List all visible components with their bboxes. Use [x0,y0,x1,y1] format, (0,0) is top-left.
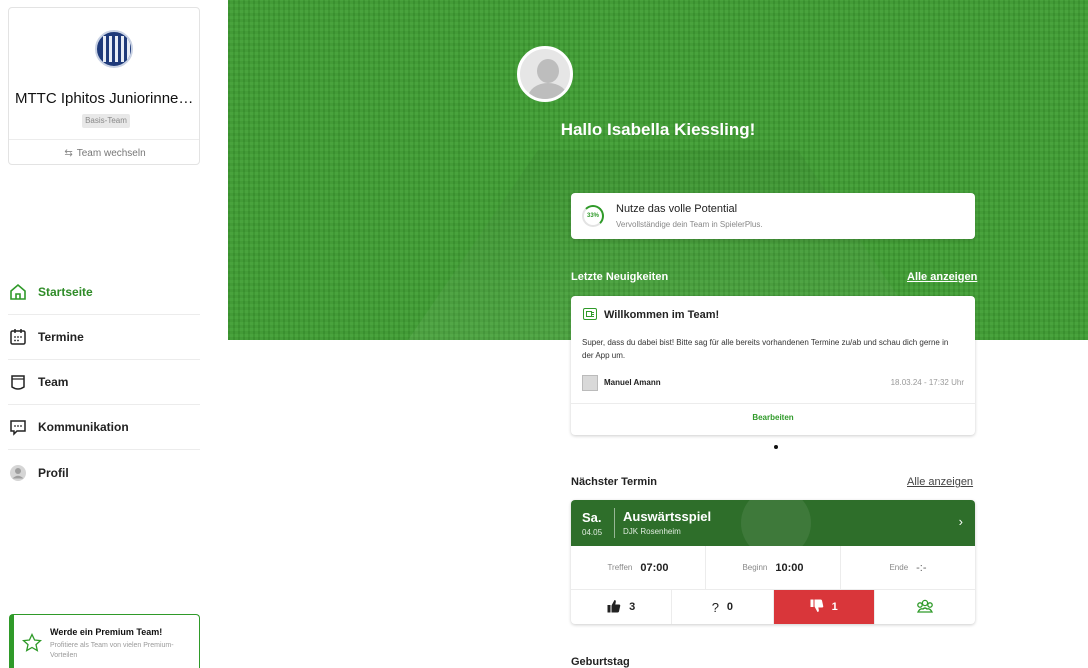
premium-subtitle: Profitiere als Team von vielen Premium-V… [50,642,174,659]
team-type-badge: Basis-Team [82,114,130,128]
nav-label-termine: Termine [38,330,84,344]
news-body: Super, dass du dabei bist! Bitte sag für… [582,338,949,360]
premium-banner[interactable]: Werde ein Premium Team! Profitiere als T… [9,614,200,668]
nav-label-profil: Profil [38,465,69,480]
tennis-ball-decoration [741,500,811,546]
birthday-section-heading: Geburtstag [571,656,630,668]
nav-item-profil[interactable]: Profil [8,450,200,495]
star-icon [21,632,43,653]
attendance-bar: 3 ? 0 1 [571,590,975,624]
event-card: Sa. 04.05 Auswärtsspiel DJK Rosenheim › … [571,500,975,624]
event-times: Treffen 07:00 Beginn 10:00 Ende -:- [571,546,975,590]
newspaper-icon [583,308,597,320]
sidebar: MTTC Iphitos Juniorinnen... Basis-Team ⇆… [0,0,228,668]
start-time-cell: Beginn 10:00 [706,546,841,589]
news-author: Manuel Amann [604,378,661,387]
profile-icon [9,464,27,482]
swap-icon: ⇆ [64,148,73,159]
premium-title: Werde ein Premium Team! [50,627,163,637]
group-icon [916,599,934,616]
chevron-right-icon: › [958,514,963,529]
decline-button[interactable]: 1 [773,590,875,624]
event-location: DJK Rosenheim [623,527,681,536]
news-date: 18.03.24 - 17:32 Uhr [890,378,964,387]
potential-card[interactable]: 33% Nutze das volle Potential Vervollstä… [571,193,975,239]
chat-icon [9,418,27,436]
calendar-icon [9,328,27,346]
greeting-title: Hallo Isabella Kiessling! [560,120,756,139]
event-title: Auswärtsspiel [623,509,712,524]
accept-count: 3 [629,601,636,613]
team-card-divider [9,139,199,140]
news-show-all-link[interactable]: Alle anzeigen [907,271,977,283]
news-divider [571,403,975,404]
nav-item-team[interactable]: Team [8,360,200,405]
news-title: Willkommen im Team! [604,309,720,321]
event-show-all-link[interactable]: Alle anzeigen [907,476,973,488]
nav-label-team: Team [38,375,69,389]
question-mark-icon: ? [711,599,719,615]
team-overview-button[interactable] [875,590,975,624]
nav-item-kommunikation[interactable]: Kommunikation [8,405,200,450]
team-logo [95,30,133,68]
event-section-heading: Nächster Termin [571,476,657,488]
maybe-count: 0 [726,601,734,613]
team-name: MTTC Iphitos Juniorinnen... [15,90,200,107]
meet-time: 07:00 [640,561,669,574]
edit-news-button[interactable]: Bearbeiten [571,413,975,422]
nav-item-startseite[interactable]: Startseite [8,270,200,315]
start-time: 10:00 [775,561,804,574]
team-card: MTTC Iphitos Juniorinnen... Basis-Team ⇆… [8,7,200,165]
nav-label-startseite: Startseite [38,285,93,299]
end-time-cell: Ende -:- [841,546,975,589]
main-nav: Startseite Termine Team Kommunikation Pr… [0,270,228,495]
event-weekday: Sa. [582,510,602,525]
nav-label-kommunikation: Kommunikation [38,420,129,434]
home-icon [9,283,27,301]
shirt-icon [9,373,27,391]
author-avatar [582,375,598,391]
start-label: Beginn [742,563,768,572]
end-time: -:- [916,561,927,574]
nav-item-termine[interactable]: Termine [8,315,200,360]
decline-count: 1 [831,601,838,613]
meet-time-cell: Treffen 07:00 [571,546,706,589]
user-avatar[interactable] [517,46,573,102]
progress-ring: 33% [582,205,604,227]
potential-title: Nutze das volle Potential [616,203,738,215]
hero-banner [228,0,1088,340]
event-date: 04.05 [582,528,603,537]
meet-label: Treffen [607,563,633,572]
end-label: Ende [889,563,909,572]
premium-accent-bar [10,615,14,668]
event-header-separator [614,508,615,538]
switch-team-label: Team wechseln [76,148,146,159]
potential-subtitle: Vervollständige dein Team in SpielerPlus… [616,220,763,229]
maybe-button[interactable]: ? 0 [672,590,774,624]
news-card: Willkommen im Team! Super, dass du dabei… [571,296,975,435]
thumbs-down-icon [810,599,824,616]
thumbs-up-icon [607,599,621,616]
accept-button[interactable]: 3 [571,590,673,624]
carousel-dot[interactable] [774,445,778,449]
news-section-heading: Letzte Neuigkeiten [571,271,669,283]
switch-team-button[interactable]: ⇆ Team wechseln [9,148,201,159]
event-header[interactable]: Sa. 04.05 Auswärtsspiel DJK Rosenheim › [571,500,975,546]
